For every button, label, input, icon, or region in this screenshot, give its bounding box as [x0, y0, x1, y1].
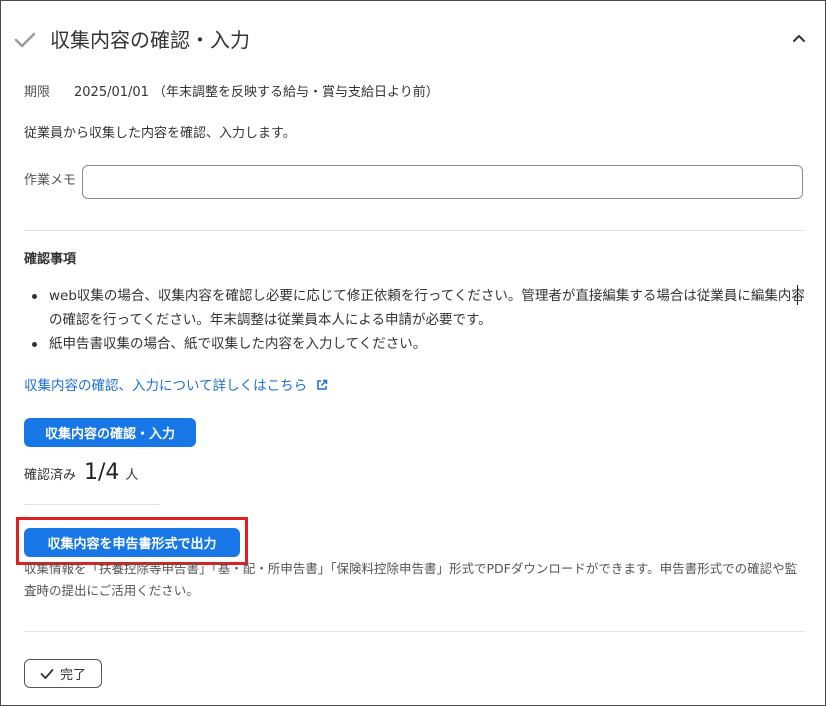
text-caret [797, 285, 798, 305]
help-link[interactable]: 収集内容の確認、入力について詳しくはこちら [24, 374, 328, 394]
list-item: 紙申告書収集の場合、紙で収集した内容を入力してください。 [32, 332, 808, 356]
memo-label: 作業メモ [24, 173, 77, 188]
divider [24, 631, 805, 632]
confirmed-unit: 人 [125, 468, 139, 483]
check-icon [40, 668, 54, 679]
help-link-text[interactable]: 収集内容の確認、入力について詳しくはこちら [24, 378, 307, 394]
divider [24, 504, 159, 505]
list-item: web収集の場合、収集内容を確認し必要に応じて修正依頼を行ってください。管理者が… [32, 284, 808, 332]
confirmed-count: 確認済み 1/4 人 [24, 460, 138, 485]
done-button[interactable]: 完了 [24, 659, 102, 688]
check-icon [14, 32, 36, 48]
chevron-up-icon[interactable] [792, 33, 806, 43]
export-note: 収集情報を「扶養控除等申告書」「基・配・所申告書」「保険料控除申告書」形式でPD… [24, 561, 798, 598]
memo-input[interactable] [82, 165, 803, 199]
confirmed-value: 1/4 [84, 460, 120, 485]
divider [24, 230, 805, 231]
section-title: 収集内容の確認・入力 [50, 28, 250, 52]
external-link-icon [317, 379, 328, 390]
confirm-input-button[interactable]: 収集内容の確認・入力 [24, 418, 196, 447]
done-button-label: 完了 [59, 668, 86, 683]
checklist-heading: 確認事項 [24, 252, 77, 267]
checklist: web収集の場合、収集内容を確認し必要に応じて修正依頼を行ってください。管理者が… [32, 284, 808, 356]
deadline-label: 期限 [24, 85, 51, 100]
section-description: 従業員から収集した内容を確認、入力します。 [24, 126, 296, 141]
confirmed-label: 確認済み [24, 468, 77, 483]
deadline-value: 2025/01/01 （年末調整を反映する給与・賞与支給日より前） [74, 85, 439, 100]
